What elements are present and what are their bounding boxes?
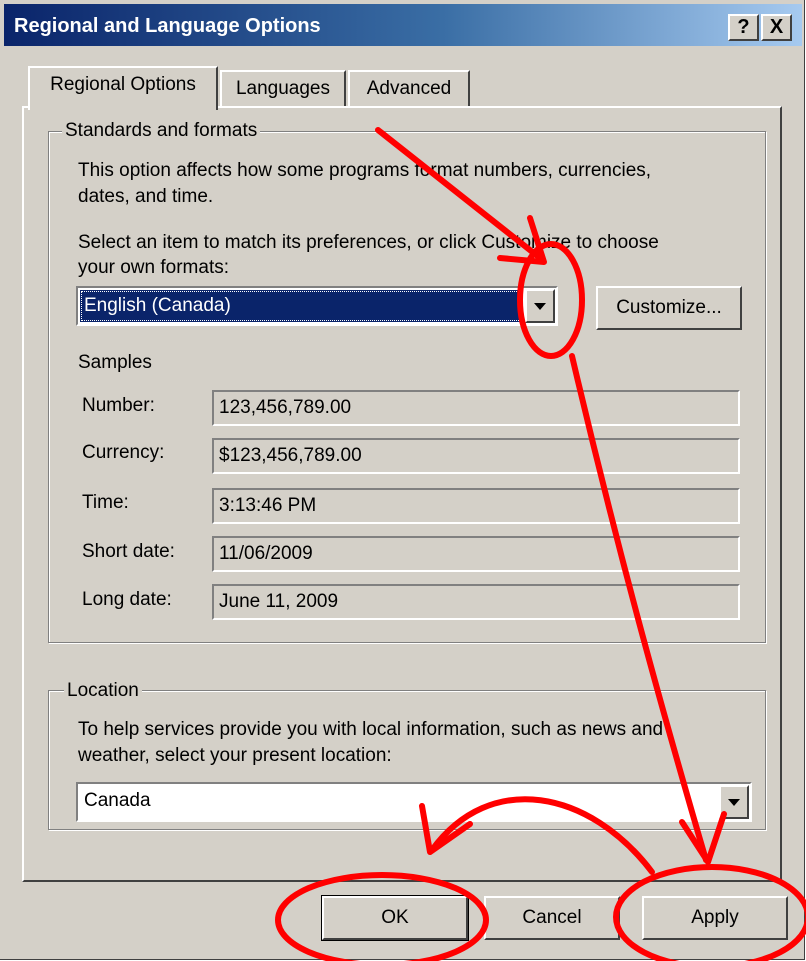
standards-instruction: Select an item to match its preferences,… [78, 232, 659, 253]
tab-label: Advanced [366, 78, 452, 99]
tab-regional-options[interactable]: Regional Options [28, 66, 218, 110]
location-selected-value: Canada [84, 790, 151, 811]
sample-value-short-date: 11/06/2009 [212, 536, 740, 572]
customize-button[interactable]: Customize... [596, 286, 742, 330]
dialog-window: Regional and Language Options ? X Region… [0, 0, 805, 960]
ok-button[interactable]: OK [321, 895, 469, 941]
apply-button[interactable]: Apply [642, 896, 788, 940]
location-description: To help services provide you with local … [78, 719, 664, 740]
sample-value-long-date: June 11, 2009 [212, 584, 740, 620]
sample-label-long-date: Long date: [82, 589, 172, 610]
sample-value-time: 3:13:46 PM [212, 488, 740, 524]
sample-value-currency: $123,456,789.00 [212, 438, 740, 474]
help-icon: ? [737, 16, 750, 38]
close-button[interactable]: X [761, 14, 792, 41]
chevron-down-icon[interactable] [525, 289, 555, 323]
location-description-cont: weather, select your present location: [78, 745, 392, 766]
cancel-button[interactable]: Cancel [484, 896, 620, 940]
window-title: Regional and Language Options [14, 15, 321, 37]
cancel-label: Cancel [522, 907, 582, 928]
sample-value-number: 123,456,789.00 [212, 390, 740, 426]
sample-label-time: Time: [82, 492, 129, 513]
location-legend: Location [64, 680, 142, 702]
ok-label: OK [381, 907, 409, 928]
chevron-down-icon[interactable] [719, 785, 749, 819]
tab-advanced[interactable]: Advanced [348, 70, 470, 108]
format-selected-value: English (Canada) [80, 290, 522, 322]
standards-legend: Standards and formats [62, 120, 261, 142]
format-dropdown[interactable]: English (Canada) [76, 286, 558, 326]
standards-description: This option affects how some programs fo… [78, 160, 652, 181]
sample-label-number: Number: [82, 395, 155, 416]
title-bar[interactable]: Regional and Language Options ? X [4, 4, 802, 46]
tab-label: Languages [235, 78, 331, 99]
sample-label-short-date: Short date: [82, 541, 175, 562]
help-button[interactable]: ? [728, 14, 759, 41]
tab-languages[interactable]: Languages [220, 70, 346, 108]
tab-label: Regional Options [50, 74, 196, 95]
standards-description-cont: dates, and time. [78, 186, 214, 207]
samples-heading: Samples [78, 352, 152, 373]
location-dropdown[interactable]: Canada [76, 782, 752, 822]
close-icon: X [769, 16, 784, 38]
customize-label: Customize... [616, 297, 722, 318]
standards-instruction-cont: your own formats: [78, 257, 229, 278]
sample-label-currency: Currency: [82, 442, 165, 463]
apply-label: Apply [691, 907, 739, 928]
